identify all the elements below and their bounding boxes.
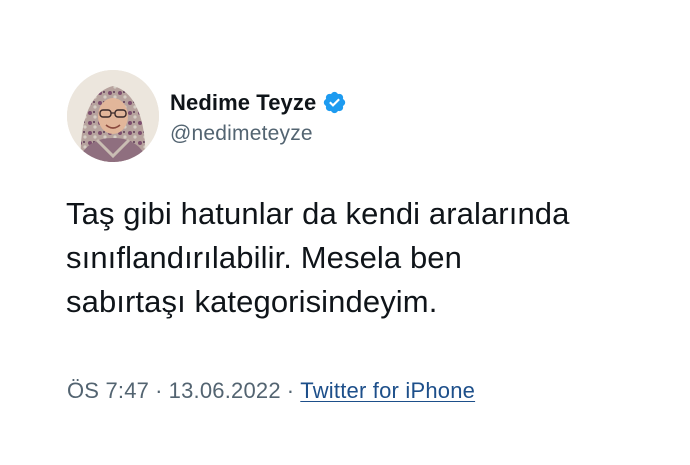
author-handle[interactable]: @nedimeteyze	[170, 122, 347, 146]
tweet-header: Nedime Teyze @nedimeteyze	[67, 70, 347, 162]
source-link[interactable]: Twitter for iPhone	[300, 378, 475, 403]
author-names: Nedime Teyze @nedimeteyze	[170, 87, 347, 146]
avatar-image	[67, 70, 159, 162]
tweet-date[interactable]: 13.06.2022	[169, 378, 281, 403]
verified-badge-icon	[322, 90, 347, 115]
separator: ·	[155, 378, 163, 403]
separator: ·	[286, 378, 295, 403]
avatar[interactable]	[67, 70, 159, 162]
tweet-time[interactable]: ÖS 7:47	[67, 378, 149, 403]
tweet-card: Nedime Teyze @nedimeteyze Taş gibi hatun…	[0, 0, 690, 465]
tweet-text: Taş gibi hatunlar da kendi aralarında sı…	[66, 196, 570, 319]
name-row: Nedime Teyze	[170, 87, 347, 119]
tweet-meta: ÖS 7:47 · 13.06.2022 · Twitter for iPhone	[67, 378, 475, 404]
author-display-name[interactable]: Nedime Teyze	[170, 90, 316, 116]
